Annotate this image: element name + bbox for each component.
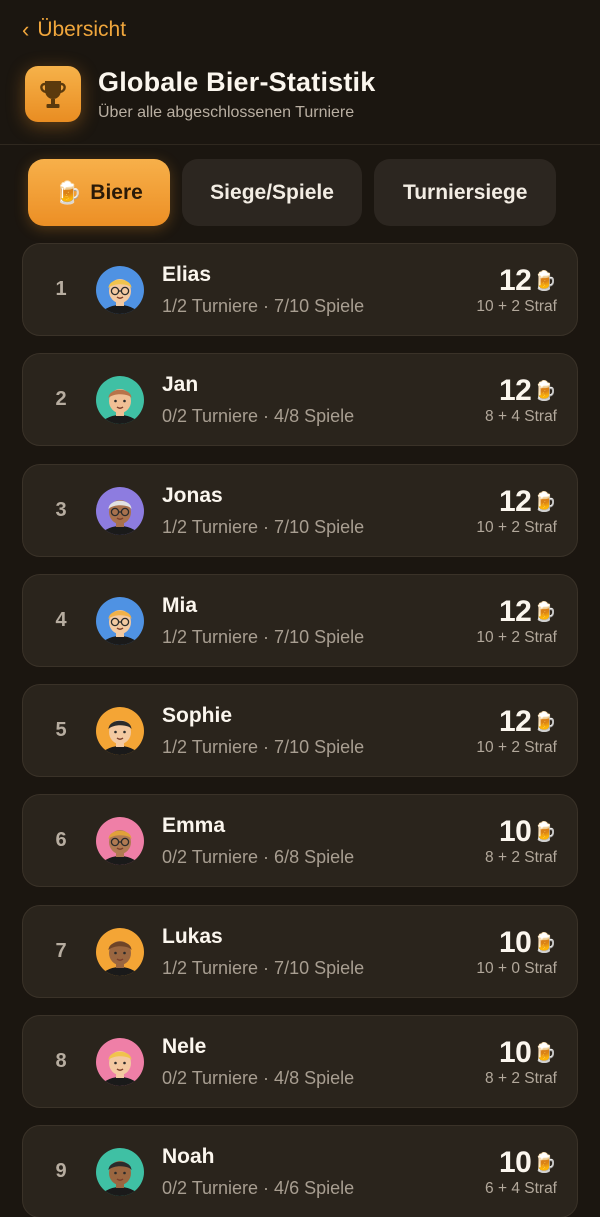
- beer-breakdown: 10 + 0 Straf: [476, 959, 557, 977]
- chevron-left-icon: ‹: [22, 17, 30, 42]
- beer-total: 10: [498, 1146, 532, 1180]
- tab-label: Turniersiege: [402, 180, 528, 204]
- beer-count: 12 🍺: [499, 374, 557, 408]
- rank-number: 1: [55, 278, 67, 300]
- tab-turniersiege[interactable]: Turniersiege: [374, 159, 556, 226]
- beer-count: 12 🍺: [499, 595, 557, 629]
- beer-breakdown: 10 + 2 Straf: [476, 628, 557, 646]
- avatar: [96, 376, 144, 425]
- player-name: Jan: [162, 373, 199, 397]
- player-stats: 1/2 Turniere · 7/10 Spiele: [162, 957, 365, 978]
- beer-icon: 🍺: [54, 179, 83, 205]
- player-name: Mia: [162, 593, 198, 617]
- beer-total: 10: [498, 815, 532, 849]
- beer-breakdown: 6 + 4 Straf: [485, 1180, 557, 1198]
- trophy-icon: [25, 66, 81, 122]
- ranking-row[interactable]: 7 Lukas 1/2 Turniere · 7/10 Spiele 10 🍺 10 + …: [22, 904, 578, 998]
- ranking-row[interactable]: 4 Mia 1/2 Turniere · 7/10 Spiele 12 🍺 10 + 2 …: [22, 573, 578, 667]
- ranking-row[interactable]: 1 Elias 1/2 Turniere · 7/10 Spiele 12 🍺 10 + …: [22, 243, 578, 336]
- ranking-row[interactable]: 8 Nele 0/2 Turniere · 4/8 Spiele 10 🍺 8 + 2 S…: [22, 1015, 578, 1109]
- beer-icon: 🍺: [533, 491, 557, 513]
- beer-breakdown: 8 + 2 Straf: [485, 849, 557, 867]
- avatar: [96, 596, 144, 645]
- player-stats: 1/2 Turniere · 7/10 Spiele: [162, 626, 365, 647]
- beer-count: 12 🍺: [499, 264, 557, 298]
- player-stats: 0/2 Turniere · 4/6 Spiele: [162, 1178, 355, 1199]
- beer-breakdown: 8 + 4 Straf: [485, 408, 557, 426]
- beer-icon: 🍺: [533, 1043, 557, 1065]
- rank-number: 3: [55, 498, 67, 521]
- beer-breakdown: 10 + 2 Straf: [476, 739, 557, 757]
- tab-biere[interactable]: 🍺 Biere: [28, 159, 170, 226]
- beer-breakdown: 10 + 2 Straf: [476, 518, 557, 536]
- back-button[interactable]: ‹ Übersicht: [22, 18, 126, 42]
- beer-count: 12 🍺: [499, 705, 557, 739]
- beer-count: 10 🍺: [499, 815, 557, 849]
- beer-total: 12: [498, 374, 532, 408]
- tab-label: Siege/Spiele: [210, 180, 334, 204]
- ranking-row[interactable]: 2 Jan 0/2 Turniere · 4/8 Spiele 12 🍺 8 + 4 St…: [22, 353, 578, 447]
- avatar: [96, 1038, 144, 1087]
- beer-count: 10 🍺: [499, 1036, 557, 1070]
- stat-tabs: 🍺 Biere Siege/Spiele Turniersiege: [28, 159, 556, 226]
- page-title: Globale Bier-Statistik: [98, 66, 376, 97]
- beer-count: 10 🍺: [499, 1146, 557, 1180]
- beer-icon: 🍺: [533, 271, 557, 292]
- player-name: Sophie: [162, 704, 233, 728]
- rank-number: 9: [55, 1160, 67, 1183]
- player-name: Emma: [162, 814, 226, 838]
- player-name: Noah: [162, 1145, 215, 1169]
- player-stats: 0/2 Turniere · 4/8 Spiele: [162, 1068, 355, 1089]
- player-stats: 1/2 Turniere · 7/10 Spiele: [162, 737, 365, 758]
- beer-icon: 🍺: [533, 1153, 557, 1175]
- beer-total: 10: [498, 1036, 532, 1070]
- avatar: [96, 927, 144, 976]
- back-label: Übersicht: [37, 18, 127, 41]
- rank-number: 5: [55, 719, 67, 742]
- ranking-row[interactable]: 6 Emma 0/2 Turniere · 6/8 Spiele 10 🍺 8 + 2 S…: [22, 794, 578, 888]
- ranking-row[interactable]: 5 Sophie 1/2 Turniere · 7/10 Spiele 12 🍺 10 +…: [22, 684, 578, 778]
- rank-number: 7: [55, 939, 67, 962]
- beer-icon: 🍺: [533, 822, 557, 844]
- player-name: Lukas: [162, 924, 223, 948]
- beer-total: 10: [498, 925, 532, 959]
- avatar: [96, 817, 144, 866]
- beer-total: 12: [498, 264, 532, 297]
- beer-total: 12: [498, 705, 532, 739]
- beer-breakdown: 10 + 2 Straf: [476, 298, 557, 315]
- ranking-list: 1 Elias 1/2 Turniere · 7/10 Spiele 12 🍺 10 + …: [22, 243, 578, 1217]
- ranking-row[interactable]: 9 Noah 0/2 Turniere · 4/6 Spiele 10 🍺 6 + 4 S…: [22, 1125, 578, 1217]
- page-header: Globale Bier-Statistik Über alle abgesch…: [25, 66, 580, 122]
- divider: [0, 144, 600, 145]
- avatar: [96, 1148, 144, 1197]
- player-stats: 0/2 Turniere · 6/8 Spiele: [162, 847, 355, 868]
- player-stats: 1/2 Turniere · 7/10 Spiele: [162, 296, 365, 316]
- beer-total: 12: [498, 484, 532, 518]
- player-name: Jonas: [162, 483, 223, 507]
- avatar: [96, 486, 144, 535]
- avatar: [96, 266, 144, 314]
- rank-number: 6: [55, 829, 67, 852]
- player-stats: 1/2 Turniere · 7/10 Spiele: [162, 516, 365, 537]
- beer-count: 10 🍺: [499, 926, 557, 960]
- beer-icon: 🍺: [533, 381, 557, 403]
- tab-siege-spiele[interactable]: Siege/Spiele: [181, 159, 363, 226]
- beer-icon: 🍺: [533, 932, 557, 954]
- ranking-row[interactable]: 3 Jonas 1/2 Turniere · 7/10 Spiele 12 🍺 10 + …: [22, 463, 578, 557]
- player-stats: 0/2 Turniere · 4/8 Spiele: [162, 406, 355, 427]
- beer-icon: 🍺: [533, 712, 557, 734]
- beer-total: 12: [498, 594, 532, 628]
- player-name: Elias: [162, 263, 212, 286]
- avatar: [96, 707, 144, 756]
- rank-number: 4: [55, 608, 67, 631]
- rank-number: 2: [55, 388, 67, 411]
- rank-number: 8: [55, 1050, 67, 1073]
- beer-icon: 🍺: [533, 601, 557, 623]
- player-name: Nele: [162, 1035, 207, 1059]
- tab-label: Biere: [90, 180, 143, 204]
- page-subtitle: Über alle abgeschlossenen Turniere: [98, 103, 355, 121]
- beer-breakdown: 8 + 2 Straf: [485, 1070, 557, 1088]
- beer-count: 12 🍺: [499, 485, 557, 519]
